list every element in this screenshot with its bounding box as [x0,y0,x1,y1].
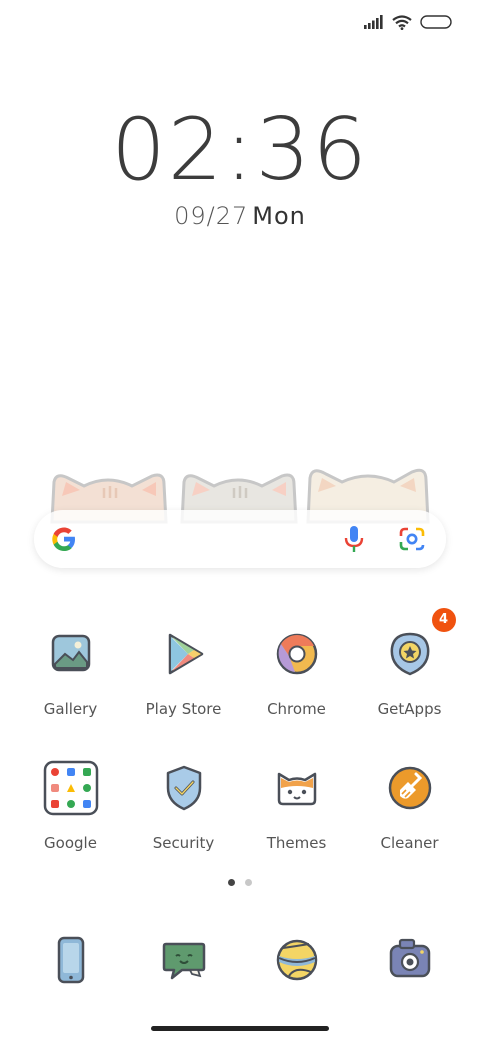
gallery-icon [43,626,99,682]
security-icon [156,760,212,816]
dock-camera[interactable] [353,932,466,988]
wifi-icon [392,14,412,30]
app-gallery[interactable]: Gallery [14,626,127,718]
status-bar [364,10,452,34]
messages-icon [156,932,212,988]
app-label: Cleaner [380,834,439,852]
google-folder-icon [43,760,99,816]
battery-icon [420,15,452,29]
date-text: 09/27 [174,202,249,230]
app-label: Security [152,834,215,852]
page-indicator [0,879,480,886]
phone-icon [43,932,99,988]
app-chrome[interactable]: Chrome [240,626,353,718]
app-label: Play Store [145,700,222,718]
app-themes[interactable]: Themes [240,760,353,852]
app-play-store[interactable]: Play Store [127,626,240,718]
mic-icon[interactable] [342,524,366,554]
app-label: Gallery [43,700,98,718]
app-getapps[interactable]: 4 GetApps [353,608,466,718]
app-google-folder[interactable]: Google [14,760,127,852]
page-dot-active[interactable] [228,879,235,886]
chrome-icon [269,626,325,682]
clock-date: 09/27 Mon [0,202,480,230]
notification-badge: 4 [431,608,456,632]
weekday-text: Mon [252,202,306,230]
cleaner-icon [382,760,438,816]
google-search-bar[interactable] [34,510,446,568]
app-cleaner[interactable]: Cleaner [353,760,466,852]
camera-icon [382,932,438,988]
lens-icon[interactable] [398,525,426,553]
dock-phone[interactable] [14,932,127,988]
app-label: GetApps [377,700,442,718]
clock-time: 02:36 [111,100,369,200]
google-icon [52,527,75,551]
getapps-icon: 4 [382,608,456,682]
home-gesture-bar[interactable] [151,1026,329,1031]
signal-icon [364,15,383,29]
clock-widget[interactable]: 02:36 09/27 Mon [0,100,480,230]
play-store-icon [156,626,212,682]
browser-icon [269,932,325,988]
dock-browser[interactable] [240,932,353,988]
app-label: Chrome [267,700,326,718]
page-dot[interactable] [245,879,252,886]
app-label: Google [44,834,97,852]
themes-icon [269,760,325,816]
app-label: Themes [266,834,327,852]
dock [0,932,480,988]
app-security[interactable]: Security [127,760,240,852]
dock-messages[interactable] [127,932,240,988]
